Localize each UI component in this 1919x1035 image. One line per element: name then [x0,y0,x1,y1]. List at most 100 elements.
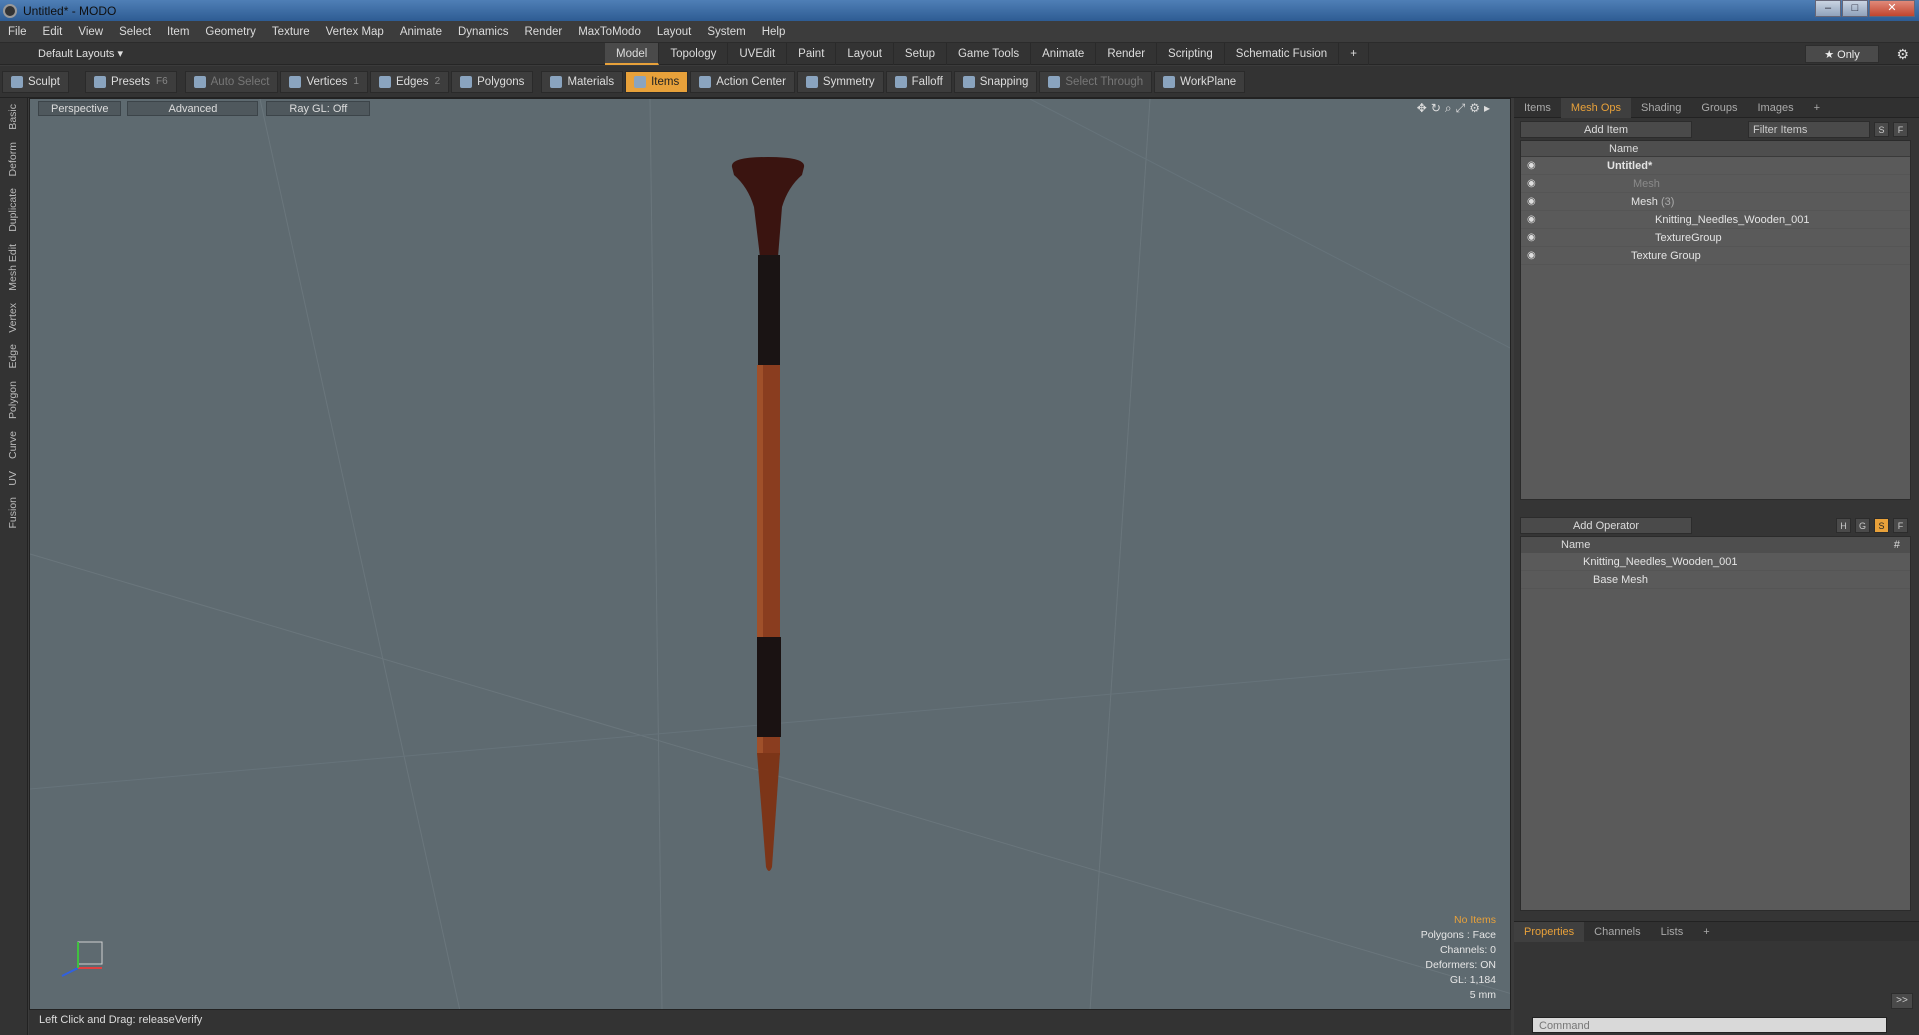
tab-groups[interactable]: Groups [1691,98,1747,118]
tab-setup[interactable]: Setup [894,43,947,65]
sculpt-button[interactable]: Sculpt [2,70,69,93]
edges-button[interactable]: Edges 2 [369,70,450,93]
menu-dynamics[interactable]: Dynamics [450,26,516,38]
tree-row[interactable]: ◉ Knitting_Needles_Wooden_001 [1521,211,1910,229]
menu-render[interactable]: Render [516,26,570,38]
expand-button[interactable]: >> [1891,993,1913,1009]
tree-row[interactable]: ◉ Texture Group [1521,247,1910,265]
symmetry-button[interactable]: Symmetry [796,70,884,93]
default-layouts-dropdown[interactable]: Default Layouts ▾ [38,47,123,60]
eye-icon[interactable]: ◉ [1527,229,1536,247]
menu-item[interactable]: Item [159,26,197,38]
auto-select-button[interactable]: Auto Select [184,70,279,93]
tab-topology[interactable]: Topology [659,43,729,65]
3d-viewport[interactable]: Perspective Advanced Ray GL: Off ✥↻⌕⤢⚙▸ … [29,98,1511,1010]
menu-view[interactable]: View [70,26,111,38]
left-tab-edge[interactable]: Edge [7,338,19,375]
tab-uvedit[interactable]: UVEdit [728,43,788,65]
tab-shading[interactable]: Shading [1631,98,1691,118]
gear-icon[interactable]: ⚙ [1896,46,1909,63]
tab-paint[interactable]: Paint [787,43,837,65]
add-panel-tab-button[interactable]: + [1804,98,1830,118]
scene-label: Untitled* [1607,160,1653,172]
operator-row[interactable]: Knitting_Needles_Wooden_001 [1521,553,1910,571]
left-tab-vertex[interactable]: Vertex [7,297,19,339]
menu-edit[interactable]: Edit [35,26,71,38]
g-button[interactable]: G [1855,517,1870,533]
tab-scripting[interactable]: Scripting [1157,43,1225,65]
left-tab-duplicate[interactable]: Duplicate [7,182,19,238]
operator-row[interactable]: Base Mesh [1521,571,1910,589]
s-filter-button[interactable]: S [1874,121,1889,137]
tab-layout[interactable]: Layout [836,43,894,65]
left-tab-mesh-edit[interactable]: Mesh Edit [7,238,19,297]
perspective-button[interactable]: Perspective [38,100,122,116]
tab-items[interactable]: Items [1514,98,1561,118]
raygl-button[interactable]: Ray GL: Off [266,100,371,116]
left-tab-uv[interactable]: UV [7,465,19,492]
advanced-button[interactable]: Advanced [127,100,259,116]
tab-game-tools[interactable]: Game Tools [947,43,1032,65]
left-tab-curve[interactable]: Curve [7,425,19,465]
select-through-button[interactable]: Select Through [1039,70,1153,93]
menu-system[interactable]: System [699,26,753,38]
eye-icon[interactable]: ◉ [1527,175,1536,193]
menu-texture[interactable]: Texture [264,26,318,38]
close-button[interactable]: ✕ [1869,0,1915,17]
left-tab-deform[interactable]: Deform [7,136,19,182]
menu-select[interactable]: Select [111,26,159,38]
menu-maxtomodo[interactable]: MaxToModo [570,26,649,38]
falloff-button[interactable]: Falloff [885,70,952,93]
tree-row[interactable]: ◉ Mesh [1521,175,1910,193]
left-tab-fusion[interactable]: Fusion [7,491,19,535]
add-operator-button[interactable]: Add Operator [1520,516,1692,534]
tree-row[interactable]: ◉ TextureGroup [1521,229,1910,247]
vertices-button[interactable]: Vertices 1 [280,70,368,93]
left-tab-basic[interactable]: Basic [7,98,19,136]
tab-animate[interactable]: Animate [1031,43,1097,65]
add-tab-button[interactable]: + [1339,43,1369,65]
left-tab-polygon[interactable]: Polygon [7,375,19,425]
items-button[interactable]: Items [625,70,689,93]
tab-mesh-ops[interactable]: Mesh Ops [1560,97,1632,118]
eye-icon[interactable]: ◉ [1527,211,1536,229]
knitting-needle-model [731,157,805,871]
tab-images[interactable]: Images [1748,98,1804,118]
menu-animate[interactable]: Animate [392,26,450,38]
menu-geometry[interactable]: Geometry [197,26,264,38]
presets-icon [93,75,106,88]
snapping-button[interactable]: Snapping [953,70,1038,93]
tab-model[interactable]: Model [605,43,660,65]
only-button[interactable]: ★ Only [1805,45,1879,63]
eye-icon[interactable]: ◉ [1527,247,1536,265]
tab-render[interactable]: Render [1096,43,1158,65]
polygons-button[interactable]: Polygons [451,70,534,93]
minimize-button[interactable]: – [1815,0,1841,17]
add-properties-tab-button[interactable]: + [1693,922,1719,942]
f-button[interactable]: F [1893,517,1908,533]
tree-row[interactable]: ◉ Untitled* [1521,157,1910,175]
tab-schematic-fusion[interactable]: Schematic Fusion [1225,43,1340,65]
menu-layout[interactable]: Layout [649,26,700,38]
s-button[interactable]: S [1874,517,1889,533]
menu-help[interactable]: Help [754,26,794,38]
presets-button[interactable]: Presets F6 [84,70,177,93]
h-button[interactable]: H [1836,517,1851,533]
tree-row[interactable]: ◉ Mesh (3) [1521,193,1910,211]
eye-icon[interactable]: ◉ [1527,157,1536,175]
menu-vertex-map[interactable]: Vertex Map [318,26,392,38]
viewport-nav-icons[interactable]: ✥↻⌕⤢⚙▸ [1417,101,1494,116]
action-center-button[interactable]: Action Center [690,70,795,93]
f-filter-button[interactable]: F [1893,121,1908,137]
materials-button[interactable]: Materials [541,70,624,93]
maximize-button[interactable]: □ [1842,0,1868,17]
eye-icon[interactable]: ◉ [1527,193,1536,211]
filter-items-input[interactable]: Filter Items [1748,120,1870,138]
add-item-button[interactable]: Add Item [1520,120,1692,138]
menu-file[interactable]: File [0,26,35,38]
tab-lists[interactable]: Lists [1651,922,1694,942]
tab-channels[interactable]: Channels [1584,922,1650,942]
workplane-button[interactable]: WorkPlane [1154,70,1246,93]
command-input[interactable]: Command [1532,1017,1887,1033]
tab-properties[interactable]: Properties [1514,921,1585,942]
